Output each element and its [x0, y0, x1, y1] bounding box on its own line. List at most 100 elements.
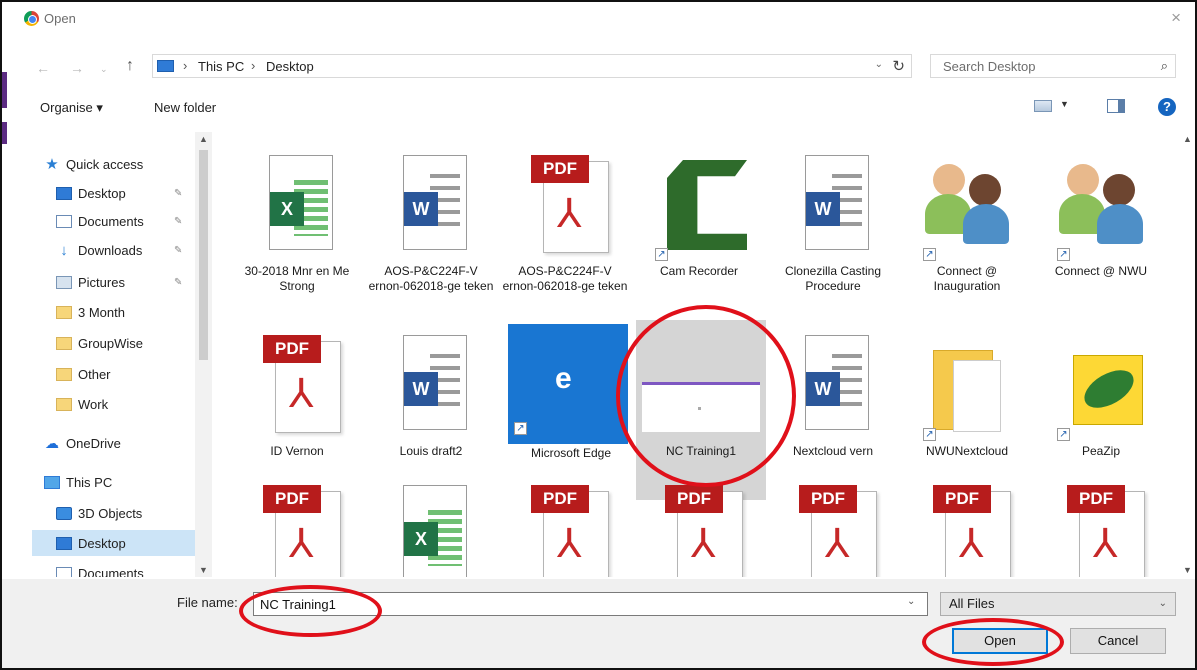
- file-item[interactable]: PDF ⅄: [902, 470, 1032, 577]
- forward-arrow-icon[interactable]: →: [70, 60, 84, 76]
- download-icon: ↓: [60, 241, 68, 259]
- close-icon[interactable]: ×: [1171, 8, 1181, 28]
- back-arrow-icon[interactable]: ←: [36, 60, 50, 76]
- file-thumbnail: PDF ⅄: [917, 480, 1017, 577]
- nav-item-documents[interactable]: Documents: [56, 560, 144, 577]
- chevron-down-icon[interactable]: ▼: [1060, 99, 1069, 109]
- recent-locations-icon[interactable]: ⌄: [100, 64, 108, 75]
- file-item[interactable]: X 30-2018 Mnr en Me Strong: [232, 140, 362, 320]
- file-item[interactable]: PDF ⅄ AOS-P&C224F-V ernon-062018-ge teke…: [500, 140, 630, 320]
- file-item[interactable]: PDF ⅄: [500, 470, 630, 577]
- search-input[interactable]: Search Desktop ⌕: [930, 54, 1176, 78]
- pin-icon: ✎: [174, 216, 183, 227]
- file-item[interactable]: ↗ Cam Recorder: [634, 140, 764, 320]
- nav-item-3d-objects[interactable]: 3D Objects: [56, 500, 142, 526]
- title-bar: Open ×: [2, 2, 1195, 34]
- documents-icon: [56, 566, 72, 577]
- pdf-file-icon: PDF ⅄: [531, 485, 611, 577]
- nav-item-other[interactable]: Other: [56, 361, 111, 387]
- breadcrumb-separator-icon[interactable]: ›: [251, 58, 255, 73]
- file-thumbnail: X: [381, 480, 481, 577]
- file-name: Microsoft Edge: [530, 446, 612, 460]
- scroll-down-icon[interactable]: ▼: [1183, 565, 1192, 575]
- file-thumbnail: ↗: [917, 330, 1017, 441]
- nav-item-groupwise[interactable]: GroupWise: [56, 330, 143, 356]
- file-item[interactable]: X: [366, 470, 496, 577]
- file-item[interactable]: ↗ Connect @ Inauguration: [902, 140, 1032, 320]
- cancel-button[interactable]: Cancel: [1070, 628, 1166, 654]
- folder-icon: [56, 336, 72, 350]
- up-arrow-icon[interactable]: ↑: [126, 57, 134, 75]
- file-name: NC Training1: [665, 444, 737, 458]
- nav-item-label: Other: [78, 366, 111, 382]
- file-list: X 30-2018 Mnr en Me Strong W AOS-P&C224F…: [224, 132, 1179, 577]
- file-item[interactable]: PDF ⅄: [1036, 470, 1166, 577]
- nav-item-documents[interactable]: Documents: [56, 208, 144, 234]
- pc-icon: [44, 475, 60, 489]
- nav-item-label: GroupWise: [78, 335, 144, 351]
- scroll-up-icon[interactable]: ▲: [1183, 134, 1192, 144]
- scroll-up-icon[interactable]: ▲: [199, 134, 208, 144]
- nav-item-quick-access[interactable]: ★ Quick access: [44, 151, 143, 177]
- nav-item-label: Quick access: [66, 156, 144, 172]
- pin-icon: ✎: [174, 188, 183, 199]
- shortcut-arrow-icon: ↗: [655, 248, 668, 261]
- breadcrumb-separator-icon[interactable]: ›: [183, 58, 187, 73]
- file-name: Cam Recorder: [659, 264, 739, 278]
- nav-item-work[interactable]: Work: [56, 391, 108, 417]
- nav-item-label: Downloads: [78, 242, 143, 258]
- file-item[interactable]: ↗ Connect @ NWU: [1036, 140, 1166, 320]
- file-item[interactable]: PDF ⅄: [232, 470, 362, 577]
- file-type-select[interactable]: All Files ⌄: [940, 592, 1176, 616]
- change-view-icon[interactable]: [1034, 100, 1052, 112]
- nav-item-label: 3 Month: [78, 304, 125, 320]
- refresh-icon[interactable]: ↻: [892, 57, 905, 75]
- file-item[interactable]: PDF ⅄: [768, 470, 898, 577]
- nav-item-desktop[interactable]: Desktop: [56, 180, 126, 206]
- pictures-icon: [56, 275, 72, 289]
- scroll-thumb[interactable]: [199, 150, 208, 360]
- objects-3d-icon: [56, 506, 72, 520]
- chevron-down-icon[interactable]: ⌄: [875, 59, 883, 70]
- nav-item-downloads[interactable]: ↓ Downloads: [56, 237, 142, 263]
- new-folder-button[interactable]: New folder: [154, 100, 216, 115]
- shortcut-arrow-icon: ↗: [514, 422, 527, 435]
- desktop-icon: [56, 186, 72, 200]
- acrobat-icon: ⅄: [557, 192, 582, 236]
- open-button[interactable]: Open: [952, 628, 1048, 654]
- background-window-edge: [2, 122, 7, 144]
- pdf-file-icon: PDF ⅄: [665, 485, 745, 577]
- nav-item-this-pc[interactable]: This PC: [44, 469, 112, 495]
- word-file-icon: W: [403, 155, 467, 250]
- address-bar[interactable]: › This PC › Desktop ⌄ ↻: [152, 54, 912, 78]
- file-name: PeaZip: [1081, 444, 1121, 458]
- search-icon: ⌕: [1160, 58, 1168, 73]
- excel-file-icon: X: [269, 155, 333, 250]
- chevron-down-icon[interactable]: ⌄: [907, 596, 915, 607]
- scroll-down-icon[interactable]: ▼: [199, 565, 208, 575]
- pin-icon: ✎: [174, 245, 183, 256]
- nav-item-label: 3D Objects: [78, 505, 143, 521]
- breadcrumb-desktop[interactable]: Desktop: [266, 59, 314, 74]
- help-icon[interactable]: ?: [1158, 98, 1176, 116]
- file-name-input[interactable]: [253, 592, 928, 616]
- file-item[interactable]: PDF ⅄: [634, 470, 764, 577]
- file-thumbnail: PDF ⅄: [515, 150, 615, 260]
- file-list-scrollbar[interactable]: ▲ ▼: [1179, 132, 1195, 577]
- nav-item-pictures[interactable]: Pictures: [56, 269, 125, 295]
- file-name-label: File name:: [177, 595, 238, 610]
- star-icon: ★: [45, 156, 59, 173]
- nav-item-3-month[interactable]: 3 Month: [56, 299, 125, 325]
- nav-scrollbar[interactable]: ▲ ▼: [195, 132, 212, 577]
- nav-item-onedrive[interactable]: ☁ OneDrive: [44, 430, 121, 456]
- cloud-icon: ☁: [45, 434, 59, 451]
- preview-pane-icon[interactable]: [1107, 99, 1125, 113]
- file-item[interactable]: W Clonezilla Casting Procedure: [768, 140, 898, 320]
- organise-button[interactable]: Organise ▾: [40, 100, 103, 116]
- pdf-file-icon: PDF ⅄: [933, 485, 1013, 577]
- nav-item-label: Desktop: [78, 535, 126, 551]
- nav-item-desktop-selected[interactable]: Desktop: [32, 530, 195, 556]
- file-item[interactable]: W AOS-P&C224F-V ernon-062018-ge teken: [366, 140, 496, 320]
- breadcrumb-this-pc[interactable]: This PC: [198, 59, 244, 74]
- file-thumbnail: PDF ⅄: [515, 480, 615, 577]
